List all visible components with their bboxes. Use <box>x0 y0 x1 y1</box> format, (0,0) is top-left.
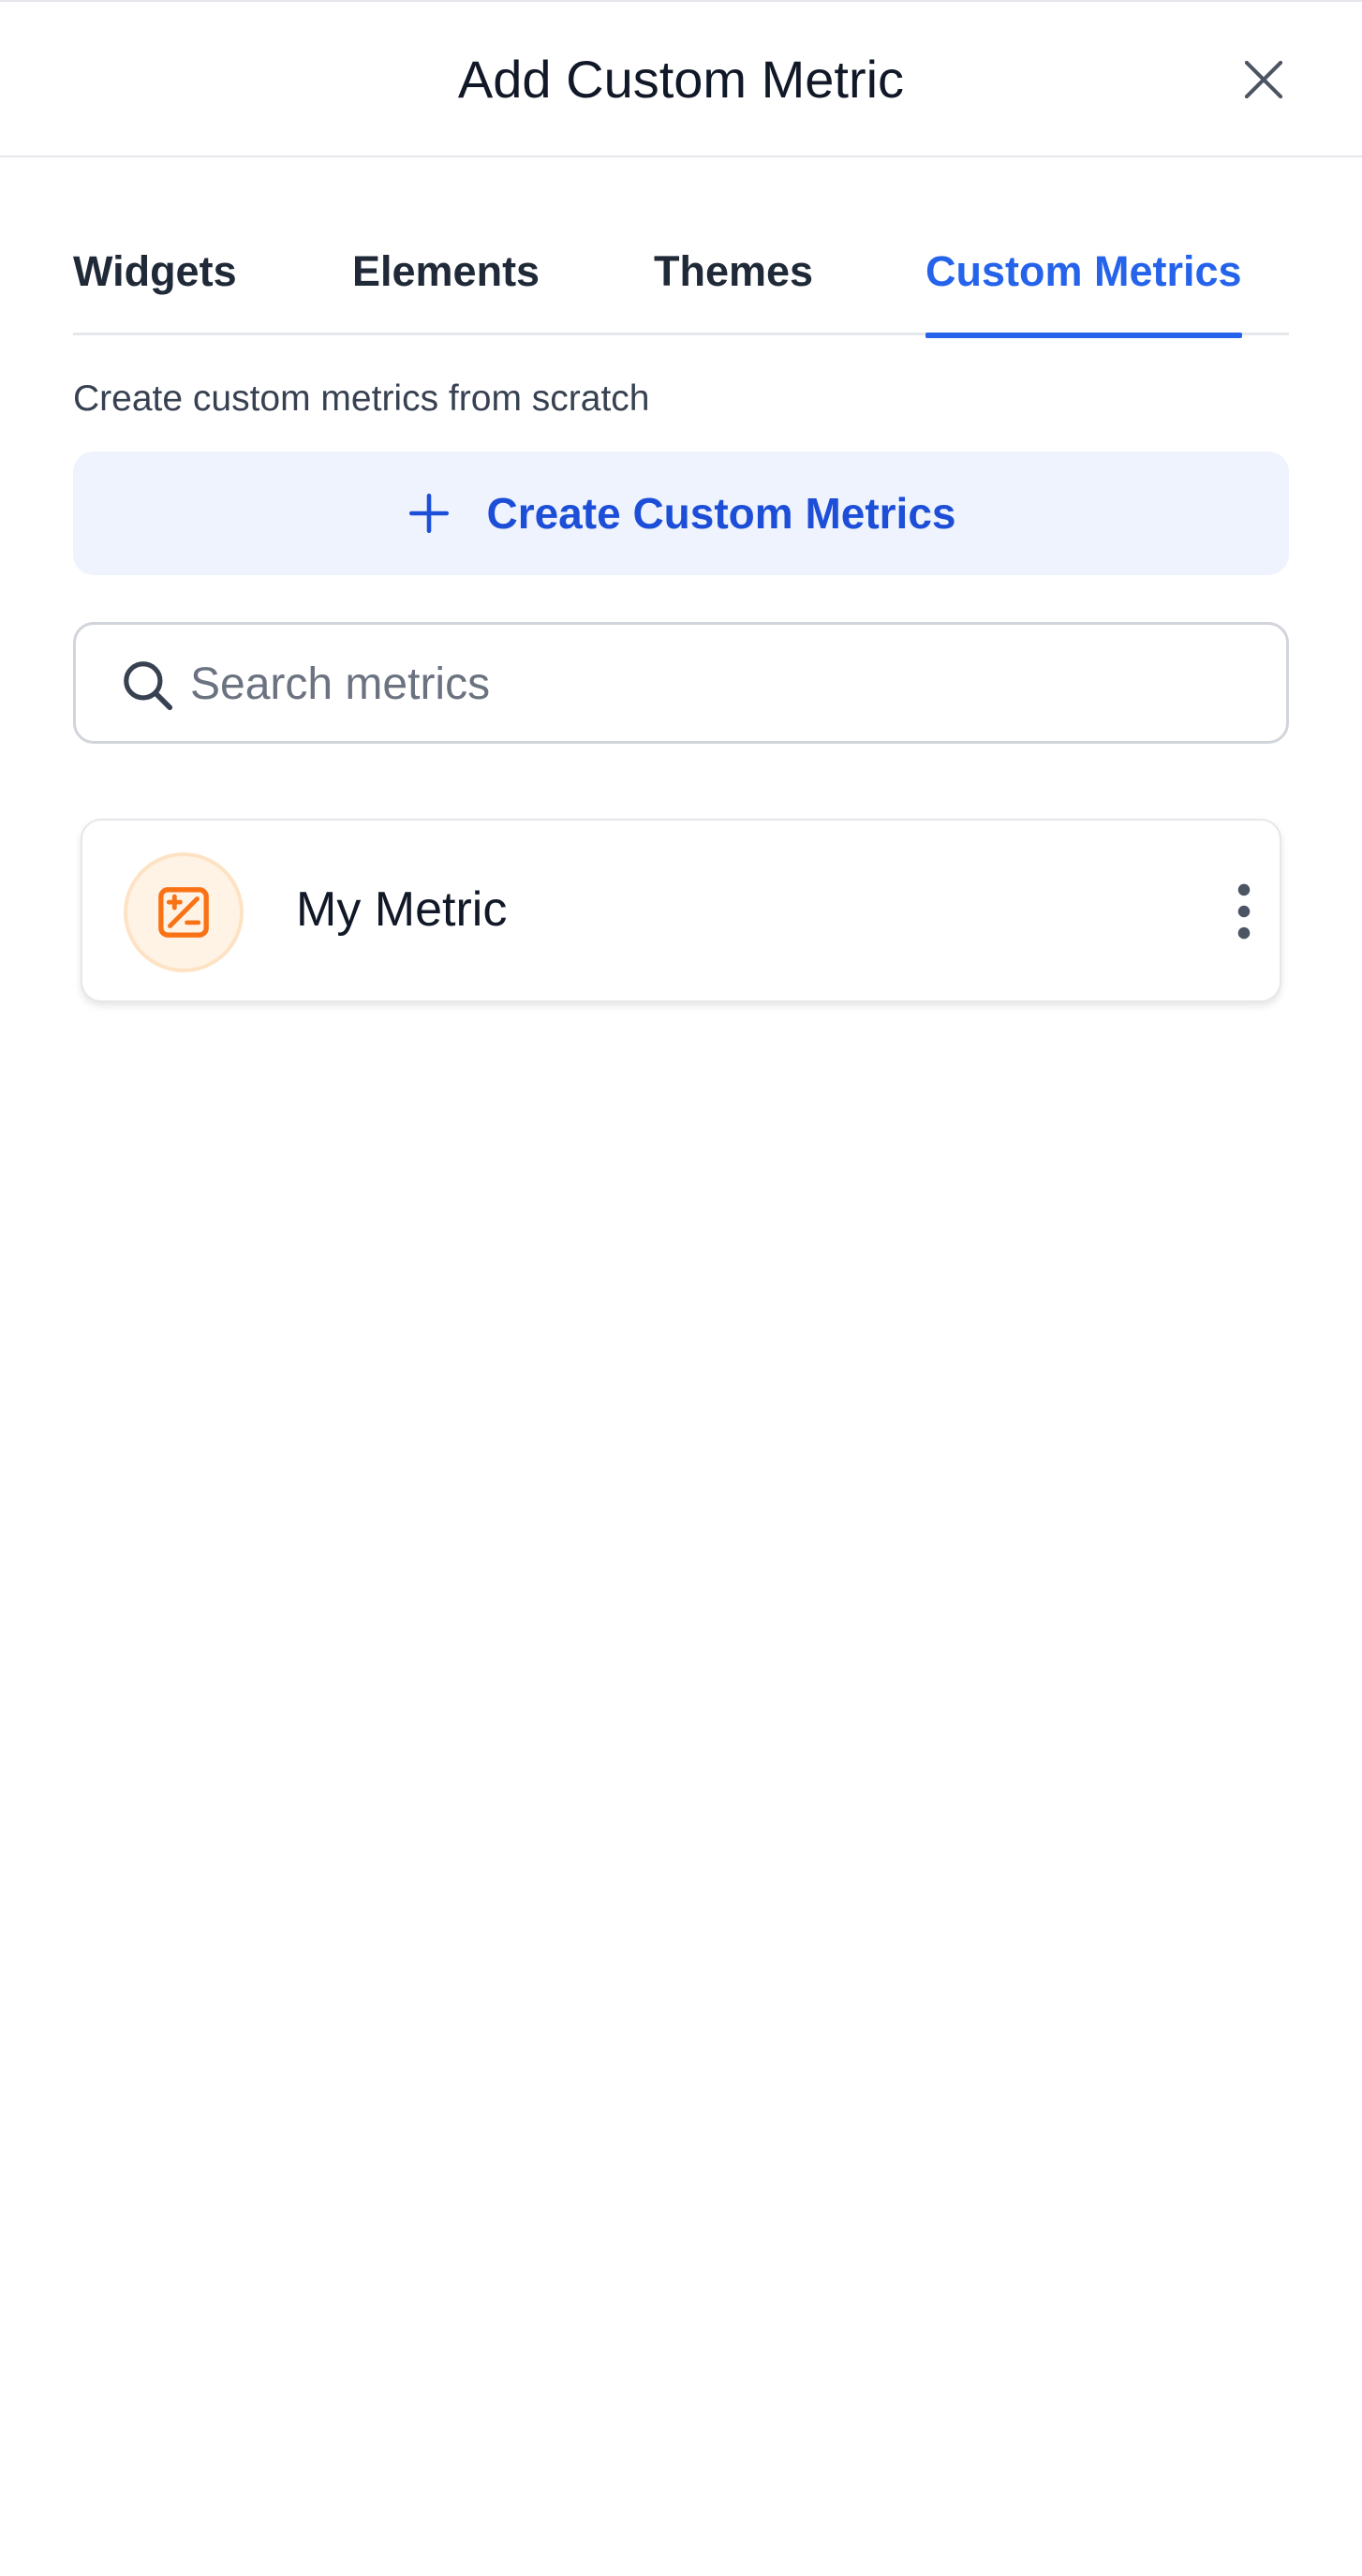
more-vertical-icon <box>1237 883 1251 940</box>
tab-elements[interactable]: Elements <box>352 234 540 335</box>
tab-widgets[interactable]: Widgets <box>73 234 237 335</box>
panel-title: Add Custom Metric <box>457 50 905 109</box>
search-icon <box>119 657 177 715</box>
search-box <box>73 622 1289 744</box>
add-custom-metric-panel: Add Custom Metric Widgets Elements Theme… <box>0 0 1362 2576</box>
panel-header: Add Custom Metric <box>0 2 1362 157</box>
create-custom-metrics-button[interactable]: Create Custom Metrics <box>73 452 1289 575</box>
metric-name: My Metric <box>296 882 508 937</box>
custom-metrics-hint: Create custom metrics from scratch <box>73 378 650 419</box>
calculator-icon <box>158 887 209 938</box>
search-input[interactable] <box>188 625 1269 743</box>
create-custom-metrics-label: Create Custom Metrics <box>486 489 956 538</box>
close-button[interactable] <box>1235 51 1293 109</box>
tab-themes[interactable]: Themes <box>654 234 813 335</box>
metric-avatar <box>124 852 244 972</box>
metric-options-button[interactable] <box>1225 881 1263 942</box>
list-item[interactable]: My Metric <box>81 819 1281 1002</box>
close-icon <box>1244 60 1283 99</box>
tab-bar: Widgets Elements Themes Custom Metrics <box>73 234 1289 338</box>
plus-icon <box>406 490 452 537</box>
tab-custom-metrics[interactable]: Custom Metrics <box>925 234 1242 338</box>
